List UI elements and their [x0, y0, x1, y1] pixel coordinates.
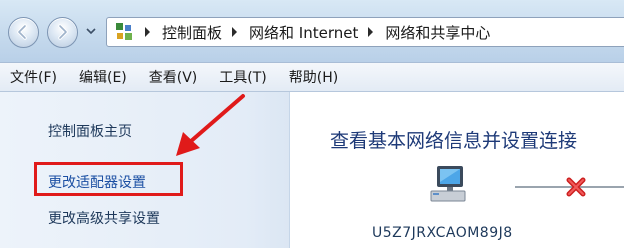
change-advanced-sharing-link[interactable]: 更改高级共享设置	[48, 208, 160, 228]
breadcrumb-separator-icon[interactable]	[232, 27, 238, 37]
back-arrow-icon	[17, 24, 27, 40]
forward-button[interactable]	[47, 17, 78, 48]
control-panel-icon	[116, 23, 132, 40]
computer-icon[interactable]	[427, 163, 473, 207]
forward-arrow-icon	[58, 24, 68, 40]
computer-name-label: U5Z7JRXCAOM89J8	[372, 225, 513, 241]
back-button[interactable]	[8, 17, 39, 48]
page-title: 查看基本网络信息并设置连接	[330, 130, 578, 152]
breadcrumb-separator-icon[interactable]	[368, 27, 374, 37]
menu-view[interactable]: 查看(V)	[138, 67, 209, 87]
menu-file[interactable]: 文件(F)	[0, 67, 68, 87]
menu-tools[interactable]: 工具(T)	[208, 67, 277, 87]
control-panel-home-link[interactable]: 控制面板主页	[48, 121, 132, 141]
menu-help[interactable]: 帮助(H)	[278, 67, 349, 87]
disconnected-x-icon[interactable]	[563, 175, 589, 199]
breadcrumb-separator-icon[interactable]	[145, 27, 150, 37]
breadcrumb-control-panel[interactable]: 控制面板	[162, 22, 222, 43]
breadcrumb-network-sharing-center[interactable]: 网络和共享中心	[385, 22, 490, 43]
window-toolbar: 控制面板 网络和 Internet 网络和共享中心	[0, 0, 624, 62]
recent-pages-dropdown-icon[interactable]	[86, 25, 96, 37]
address-bar[interactable]: 控制面板 网络和 Internet 网络和共享中心	[106, 17, 624, 47]
menu-bar: 文件(F) 编辑(E) 查看(V) 工具(T) 帮助(H)	[0, 62, 624, 92]
breadcrumb-network-internet[interactable]: 网络和 Internet	[249, 22, 358, 43]
menu-edit[interactable]: 编辑(E)	[68, 67, 138, 87]
annotation-arrow-icon	[176, 94, 245, 156]
